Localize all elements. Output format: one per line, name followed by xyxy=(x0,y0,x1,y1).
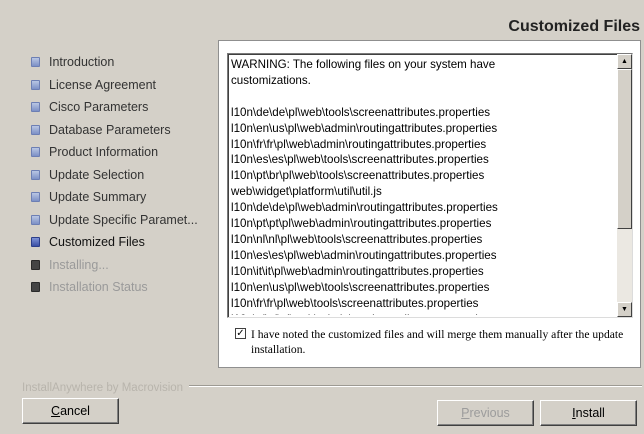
step-label: License Agreement xyxy=(49,77,157,92)
install-label-rest: nstall xyxy=(575,406,605,420)
brand-separator: InstallAnywhere by Macrovision xyxy=(22,378,642,394)
acknowledge-row: ✓ I have noted the customized files and … xyxy=(235,327,633,357)
step-bullet-icon xyxy=(31,282,40,292)
customized-files-text: WARNING: The following files on your sys… xyxy=(231,57,616,315)
step-bullet-icon xyxy=(31,57,40,67)
step-item: Update Summary xyxy=(30,188,210,211)
file-path-line: l10n\de\de\pl\web\tools\screenattributes… xyxy=(231,105,491,119)
step-label: Database Parameters xyxy=(49,122,171,137)
checkmark-icon: ✓ xyxy=(236,328,245,339)
step-label: Cisco Parameters xyxy=(49,100,149,114)
customized-files-textarea[interactable]: WARNING: The following files on your sys… xyxy=(227,53,633,318)
step-bullet-icon xyxy=(31,124,40,135)
vertical-scrollbar[interactable]: ▲ ▼ xyxy=(617,54,632,317)
file-path-line: l10n\es\es\pl\web\admin\routingattribute… xyxy=(231,248,497,262)
file-path-line: l10n\es\es\pl\web\tools\screenattributes… xyxy=(231,153,489,167)
step-item: Installation Status xyxy=(30,278,210,301)
file-path-line: l10n\nl\nl\pl\web\admin\routingattribute… xyxy=(231,312,616,316)
install-button[interactable]: Install xyxy=(540,400,637,426)
step-bullet-icon xyxy=(31,102,40,112)
file-path-line: l10n\fr\fr\pl\web\tools\screenattributes… xyxy=(231,296,479,310)
step-item: Update Selection xyxy=(30,166,210,189)
scroll-up-icon[interactable]: ▲ xyxy=(617,54,632,69)
step-label: Introduction xyxy=(49,55,115,69)
step-label: Update Summary xyxy=(49,190,147,204)
file-path-line: web\widget\platform\util\util.js xyxy=(231,185,382,199)
content-panel: WARNING: The following files on your sys… xyxy=(218,40,641,368)
step-label: Update Selection xyxy=(49,167,145,182)
cancel-label-rest: ancel xyxy=(60,404,90,418)
file-path-line: l10n\de\de\pl\web\admin\routingattribute… xyxy=(231,201,498,215)
step-item: Database Parameters xyxy=(30,121,210,144)
brand-text: InstallAnywhere by Macrovision xyxy=(22,382,190,394)
warning-text: WARNING: The following files on your sys… xyxy=(231,58,496,87)
step-label: Update Specific Paramet... xyxy=(49,212,198,227)
step-item: Introduction xyxy=(30,53,210,76)
previous-label-mnemonic: P xyxy=(461,406,470,420)
file-path-line: l10n\en\us\pl\web\tools\screenattributes… xyxy=(231,280,490,294)
step-item: Update Specific Paramet... xyxy=(30,211,210,234)
file-path-line: l10n\fr\fr\pl\web\admin\routingattribute… xyxy=(231,137,487,151)
step-bullet-icon xyxy=(31,237,40,247)
step-item: License Agreement xyxy=(30,76,210,99)
step-item: Installing... xyxy=(30,256,210,279)
step-bullet-icon xyxy=(31,214,40,225)
step-bullet-icon xyxy=(31,169,40,180)
acknowledge-label: I have noted the customized files and wi… xyxy=(251,328,624,356)
file-path-line: l10n\it\it\pl\web\admin\routingattribute… xyxy=(231,264,484,278)
step-label: Installing... xyxy=(49,257,109,272)
step-label: Product Information xyxy=(49,145,159,159)
step-label: Installation Status xyxy=(49,280,148,294)
acknowledge-checkbox[interactable]: ✓ xyxy=(235,328,246,339)
previous-button[interactable]: Previous xyxy=(437,400,534,426)
file-path-line: l10n\nl\nl\pl\web\tools\screenattributes… xyxy=(231,232,483,246)
step-bullet-icon xyxy=(31,147,40,157)
page-title: Customized Files xyxy=(508,18,640,35)
previous-label-rest: revious xyxy=(469,406,510,420)
step-item: Customized Files xyxy=(30,233,210,256)
step-bullet-icon xyxy=(31,79,40,90)
scroll-down-icon[interactable]: ▼ xyxy=(617,302,632,317)
step-list: Introduction License Agreement Cisco Param… xyxy=(30,53,210,301)
step-bullet-icon xyxy=(31,259,40,270)
file-path-line: l10n\pt\pt\pl\web\admin\routingattribute… xyxy=(231,217,492,231)
cancel-label-mnemonic: C xyxy=(51,404,61,418)
file-path-line: l10n\pt\br\pl\web\tools\screenattributes… xyxy=(231,169,485,183)
step-item: Product Information xyxy=(30,143,210,166)
scrollbar-thumb[interactable] xyxy=(617,69,632,229)
step-item: Cisco Parameters xyxy=(30,98,210,121)
step-label: Customized Files xyxy=(49,235,145,249)
step-bullet-icon xyxy=(31,192,40,202)
cancel-button[interactable]: Cancel xyxy=(22,398,119,424)
file-path-line: l10n\en\us\pl\web\admin\routingattribute… xyxy=(231,121,498,135)
